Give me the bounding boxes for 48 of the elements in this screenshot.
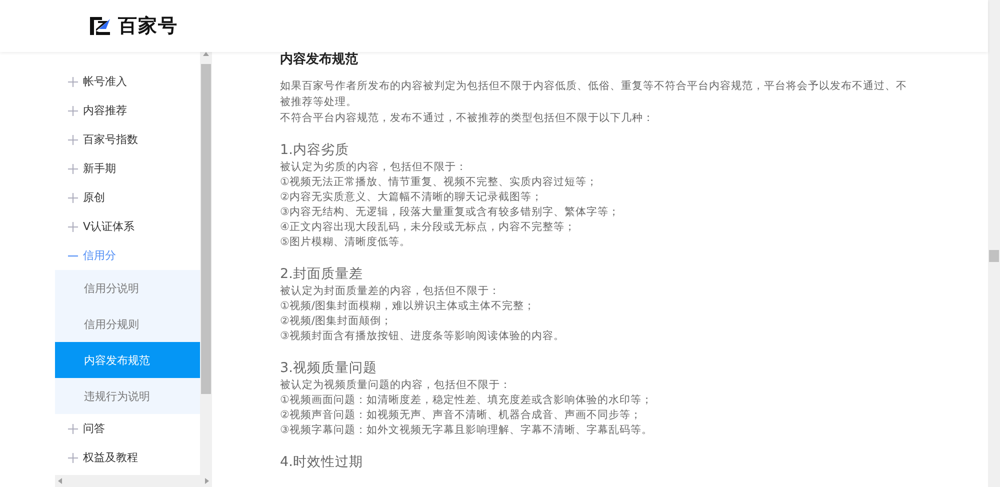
expand-icon — [68, 452, 78, 462]
sidebar-item[interactable]: 问答 — [55, 414, 200, 443]
scrollbar[interactable] — [200, 52, 212, 475]
submenu-item[interactable]: 信用分规则 — [55, 306, 200, 342]
sidebar-item[interactable]: 百家号指数 — [55, 125, 200, 154]
text-line: ①视频画面问题：如清晰度差，稳定性差、填充度差或含影响体验的水印等； — [280, 393, 654, 408]
scrollbar[interactable] — [988, 0, 1000, 487]
expand-icon — [68, 164, 78, 174]
scroll-arrow-icon[interactable] — [205, 478, 209, 484]
logo-text: 百家号 — [118, 14, 178, 39]
sidebar-item[interactable]: 原创 — [55, 183, 200, 212]
text-line: ③视频字幕问题：如外文视频无字幕且影响理解、字幕不清晰、字幕乱码等。 — [280, 423, 654, 438]
text-line: ①视频/图集封面模糊，难以辨识主体或主体不完整； — [280, 299, 536, 314]
sidebar-item[interactable]: 权益及教程 — [55, 443, 200, 472]
expand-icon — [68, 192, 78, 202]
text-line: ⑤图片模糊、清晰度低等。 — [280, 235, 412, 250]
text-line: ②内容无实质意义、大篇幅不清晰的聊天记录截图等； — [280, 190, 544, 205]
expand-icon — [68, 106, 78, 116]
logo-icon — [90, 17, 112, 35]
article-title: 内容发布规范 — [280, 52, 359, 68]
sidebar-item[interactable]: 内容推荐 — [55, 96, 200, 125]
text-line: ③内容无结构、无逻辑，段落大量重复或含有较多错别字、繁体字等； — [280, 205, 620, 220]
section-heading: 4.时效性过期 — [280, 454, 364, 471]
scrollbar[interactable] — [55, 475, 212, 487]
text-line: ④正文内容出现大段乱码，未分段或无标点，内容不完整等； — [280, 220, 576, 235]
text-line: 被认定为劣质的内容，包括但不限于： — [280, 160, 468, 175]
section-heading: 2.封面质量差 — [280, 266, 364, 283]
scroll-arrow-icon[interactable] — [58, 478, 62, 484]
text-line: ①视频无法正常播放、情节重复、视频不完整、实质内容过短等； — [280, 175, 598, 190]
paragraph: 如果百家号作者所发布的内容被判定为包括但不限于内容低质、低俗、重复等不符合平台内容规范，平台将会予以发布不通过、不被推荐等处理。 — [280, 79, 908, 110]
section-heading: 3.视频质量问题 — [280, 360, 378, 377]
text-line: ②视频声音问题：如视频无声、声音不清晰、机器合成音、声画不同步等； — [280, 408, 642, 423]
text-line: ②视频/图集封面颠倒； — [280, 314, 393, 329]
expand-icon — [68, 134, 78, 144]
submenu-item[interactable]: 信用分说明 — [55, 270, 200, 306]
text-line: ③视频封面含有播放按钮、进度条等影响阅读体验的内容。 — [280, 329, 566, 344]
sidebar-item[interactable]: V认证体系 — [55, 212, 200, 241]
paragraph: 不符合平台内容规范，发布不通过，不被推荐的类型包括但不限于以下几种： — [280, 111, 655, 126]
submenu-item[interactable]: 违规行为说明 — [55, 378, 200, 414]
sidebar-item[interactable]: 新手期 — [55, 154, 200, 183]
expand-icon — [68, 424, 78, 434]
section-heading: 1.内容劣质 — [280, 142, 350, 159]
text-line: 被认定为视频质量问题的内容，包括但不限于： — [280, 378, 512, 393]
expand-icon — [68, 222, 78, 232]
scroll-arrow-icon[interactable] — [203, 52, 209, 56]
sidebar-item[interactable]: 帐号准入 — [55, 67, 200, 96]
expand-icon — [68, 76, 78, 86]
text-line: 被认定为封面质量差的内容，包括但不限于： — [280, 284, 501, 299]
